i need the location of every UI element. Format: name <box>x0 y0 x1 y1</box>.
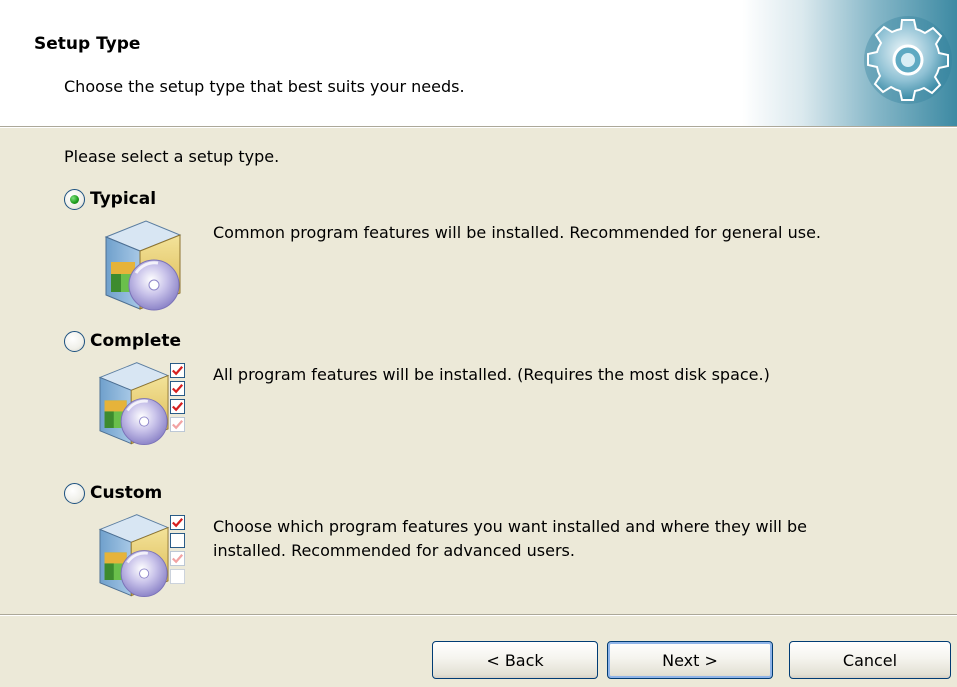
option-complete-row[interactable]: Complete <box>64 329 181 353</box>
header-separator <box>0 126 957 128</box>
option-custom-label[interactable]: Custom <box>90 483 162 503</box>
radio-typical[interactable] <box>64 188 85 210</box>
package-disc-all-checked-icon <box>98 361 185 446</box>
option-complete-description: All program features will be installed. … <box>213 365 770 384</box>
next-button[interactable]: Next > <box>607 641 773 679</box>
option-custom-row[interactable]: Custom <box>64 481 162 505</box>
page-subtitle: Choose the setup type that best suits yo… <box>64 77 465 96</box>
package-disc-partial-checked-icon <box>98 513 185 598</box>
option-typical-body: Common program features will be installe… <box>98 217 957 317</box>
option-complete-label[interactable]: Complete <box>90 331 181 351</box>
back-button[interactable]: < Back <box>432 641 598 679</box>
option-typical-row[interactable]: Typical <box>64 187 156 211</box>
radio-complete[interactable] <box>64 330 85 352</box>
option-custom-description: Choose which program features you want i… <box>213 517 808 560</box>
footer-separator <box>0 614 957 616</box>
option-typical-label[interactable]: Typical <box>90 189 156 209</box>
gear-icon <box>864 16 952 104</box>
option-typical-description: Common program features will be installe… <box>213 223 821 242</box>
header-panel: Setup Type Choose the setup type that be… <box>0 0 957 126</box>
radio-custom[interactable] <box>64 482 85 504</box>
option-custom-body: Choose which program features you want i… <box>98 511 957 611</box>
option-complete-body: All program features will be installed. … <box>98 359 957 459</box>
option-typical[interactable]: Typical Common program features will be … <box>64 187 821 211</box>
package-disc-icon <box>98 217 188 317</box>
setup-type-prompt: Please select a setup type. <box>64 147 280 166</box>
page-title: Setup Type <box>34 34 141 54</box>
option-complete[interactable]: Complete All program features will be in… <box>64 329 770 446</box>
option-custom[interactable]: Custom Choose which program features you… <box>64 481 807 598</box>
cancel-button[interactable]: Cancel <box>789 641 951 679</box>
